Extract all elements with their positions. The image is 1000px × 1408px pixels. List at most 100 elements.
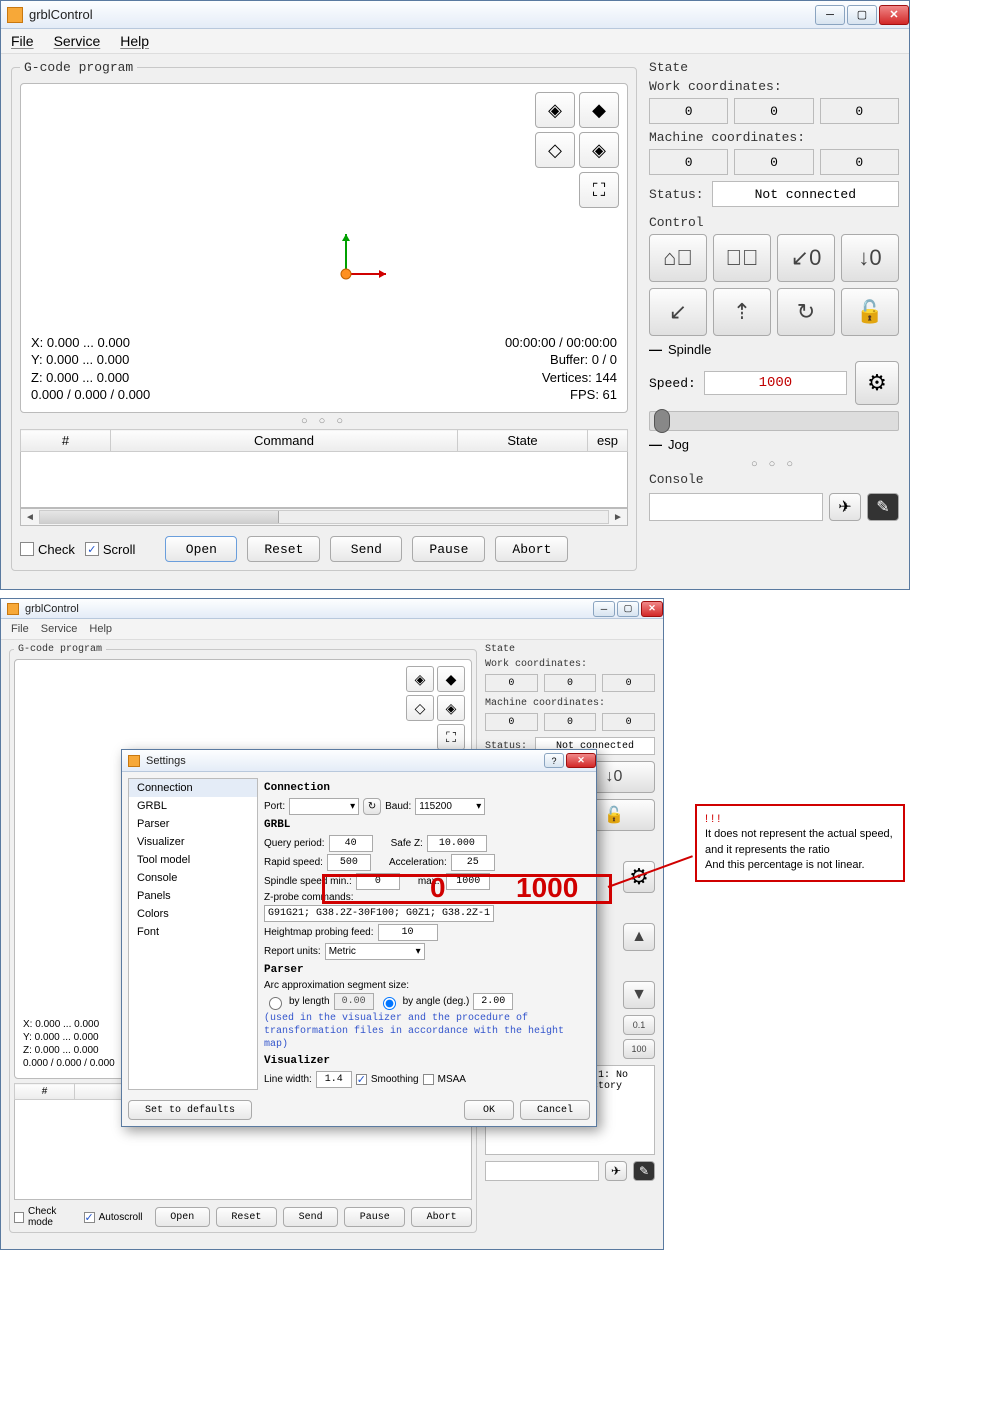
splitter-handle-2[interactable]: ○ ○ ○ <box>649 456 899 472</box>
maximize-button[interactable]: ▢ <box>617 601 639 617</box>
console-input[interactable] <box>485 1161 599 1181</box>
col-command[interactable]: Command <box>111 430 458 452</box>
view-front-solid-icon[interactable]: ◈ <box>437 695 465 721</box>
menu-help[interactable]: Help <box>120 33 149 49</box>
spindle-min-input[interactable] <box>356 873 400 890</box>
reset-grbl-button[interactable]: ↻ <box>777 288 835 336</box>
smoothing-checkbox[interactable]: Smoothing <box>371 1074 419 1085</box>
safe-z-button[interactable]: ⇡ <box>713 288 771 336</box>
step-100-button[interactable]: 100 <box>623 1039 655 1059</box>
sidebar-item-parser[interactable]: Parser <box>129 815 257 833</box>
sidebar-item-colors[interactable]: Colors <box>129 905 257 923</box>
abort-button[interactable]: Abort <box>411 1207 472 1227</box>
minimize-button[interactable]: ─ <box>815 5 845 25</box>
view-iso-wire-icon[interactable]: ◈ <box>406 666 434 692</box>
visualizer-canvas[interactable]: ◈ ◆ ◇ ◈ ⛶ X: 0.000 <box>20 83 628 413</box>
spindle-toggle-button[interactable]: ⚙ <box>855 361 899 405</box>
spindle-toggle-button[interactable]: ⚙ <box>623 861 655 893</box>
accel-input[interactable] <box>451 854 495 871</box>
col-esp[interactable]: esp <box>588 430 628 452</box>
view-fit-icon[interactable]: ⛶ <box>579 172 619 208</box>
scroll-checkbox[interactable]: ✓Scroll <box>85 542 136 557</box>
defaults-button[interactable]: Set to defaults <box>128 1100 252 1120</box>
close-button[interactable]: ✕ <box>641 601 663 617</box>
view-fit-icon[interactable]: ⛶ <box>437 724 465 750</box>
units-select[interactable]: Metric▾ <box>325 943 425 960</box>
bylength-radio[interactable] <box>269 997 282 1010</box>
msaa-checkbox[interactable]: MSAA <box>438 1074 466 1085</box>
unlock-button[interactable]: 🔓 <box>841 288 899 336</box>
pause-button[interactable]: Pause <box>412 536 485 562</box>
view-iso-solid-icon[interactable]: ◆ <box>437 666 465 692</box>
rapid-input[interactable] <box>327 854 371 871</box>
menu-file[interactable]: File <box>11 623 29 635</box>
step-01-button[interactable]: 0.1 <box>623 1015 655 1035</box>
splitter-handle[interactable]: ○ ○ ○ <box>20 413 628 429</box>
safez-input[interactable] <box>427 835 487 852</box>
reset-button[interactable]: Reset <box>247 536 320 562</box>
view-iso-solid-icon[interactable]: ◆ <box>579 92 619 128</box>
zoom-in-button[interactable]: ⊕⃝ <box>713 234 771 282</box>
restore-origin-button[interactable]: ↙ <box>649 288 707 336</box>
jog-up-button[interactable]: ▲ <box>623 923 655 951</box>
menu-service[interactable]: Service <box>54 33 101 49</box>
sidebar-item-font[interactable]: Font <box>129 923 257 941</box>
pause-button[interactable]: Pause <box>344 1207 405 1227</box>
close-button[interactable]: ✕ <box>566 753 596 768</box>
menu-service[interactable]: Service <box>41 623 78 635</box>
jog-down-button[interactable]: ▼ <box>623 981 655 1009</box>
open-button[interactable]: Open <box>155 1207 210 1227</box>
sidebar-item-console[interactable]: Console <box>129 869 257 887</box>
send-button[interactable]: Send <box>283 1207 338 1227</box>
help-button[interactable]: ? <box>544 753 564 768</box>
send-button[interactable]: Send <box>330 536 402 562</box>
sidebar-item-toolmodel[interactable]: Tool model <box>129 851 257 869</box>
spindle-speed-slider[interactable] <box>649 411 899 431</box>
baud-select[interactable]: 115200▾ <box>415 798 485 815</box>
gcode-table[interactable]: # Command State esp <box>20 429 628 508</box>
sidebar-item-panels[interactable]: Panels <box>129 887 257 905</box>
menu-help[interactable]: Help <box>89 623 112 635</box>
autoscroll-checkbox[interactable]: ✓Autoscroll <box>84 1212 143 1223</box>
view-front-solid-icon[interactable]: ◈ <box>579 132 619 168</box>
console-input[interactable] <box>649 493 823 521</box>
sidebar-item-visualizer[interactable]: Visualizer <box>129 833 257 851</box>
sidebar-item-connection[interactable]: Connection <box>129 779 257 797</box>
col-num[interactable]: # <box>21 430 111 452</box>
hmfeed-input[interactable] <box>378 924 438 941</box>
query-period-input[interactable] <box>329 835 373 852</box>
send-command-button[interactable]: ✈ <box>829 493 861 521</box>
menu-file[interactable]: File <box>11 33 34 49</box>
zero-z-button[interactable]: ↓0 <box>841 234 899 282</box>
view-front-wire-icon[interactable]: ◇ <box>406 695 434 721</box>
cancel-button[interactable]: Cancel <box>520 1100 590 1120</box>
spindle-max-input[interactable] <box>446 873 490 890</box>
view-iso-wire-icon[interactable]: ◈ <box>535 92 575 128</box>
settings-sidebar[interactable]: Connection GRBL Parser Visualizer Tool m… <box>128 778 258 1090</box>
reset-button[interactable]: Reset <box>216 1207 277 1227</box>
zprobe-input[interactable] <box>264 905 494 922</box>
minimize-button[interactable]: ─ <box>593 601 615 617</box>
view-front-wire-icon[interactable]: ◇ <box>535 132 575 168</box>
close-button[interactable]: ✕ <box>879 5 909 25</box>
maximize-button[interactable]: ▢ <box>847 5 877 25</box>
hscrollbar[interactable]: ◄ ► <box>20 508 628 526</box>
send-command-button[interactable]: ✈ <box>605 1161 627 1181</box>
linewidth-input[interactable] <box>316 1071 352 1088</box>
refresh-ports-button[interactable]: ↻ <box>363 798 381 815</box>
ok-button[interactable]: OK <box>464 1100 514 1120</box>
byangle-input[interactable] <box>473 993 513 1010</box>
col-num[interactable]: # <box>15 1084 75 1100</box>
col-state[interactable]: State <box>458 430 588 452</box>
open-button[interactable]: Open <box>165 536 237 562</box>
clear-console-button[interactable]: ✎ <box>633 1161 655 1181</box>
port-select[interactable]: ▾ <box>289 798 359 815</box>
check-checkbox[interactable]: Check <box>20 542 75 557</box>
byangle-radio[interactable] <box>383 997 396 1010</box>
clear-console-button[interactable]: ✎ <box>867 493 899 521</box>
home-button[interactable]: ⌂⃝ <box>649 234 707 282</box>
abort-button[interactable]: Abort <box>495 536 568 562</box>
zero-xy-button[interactable]: ↙0 <box>777 234 835 282</box>
checkmode-checkbox[interactable]: Check mode <box>14 1206 78 1228</box>
sidebar-item-grbl[interactable]: GRBL <box>129 797 257 815</box>
